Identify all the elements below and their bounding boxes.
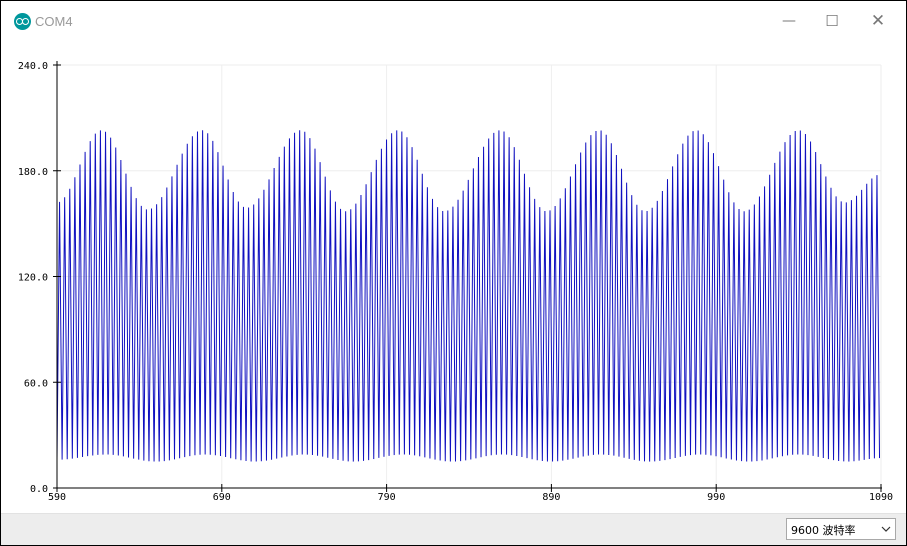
baud-rate-value: 9600 波特率	[791, 524, 856, 537]
maximize-button[interactable]: ☐	[818, 9, 846, 33]
y-tick-label: 240.0	[18, 61, 48, 72]
close-button[interactable]: ✕	[864, 9, 892, 33]
window-title: COM4	[35, 14, 73, 29]
x-tick-label: 690	[213, 492, 231, 503]
x-tick-label: 590	[48, 492, 66, 503]
plot-canvas: 0.0 60.0 120.0 180.0 240.0 590 690 790 890 990 109…	[18, 61, 893, 503]
x-tick-label: 1090	[869, 492, 893, 503]
baud-rate-select[interactable]: 9600 波特率	[786, 518, 896, 540]
x-tick-label: 790	[378, 492, 396, 503]
x-tick-label: 990	[707, 492, 725, 503]
chevron-down-icon	[881, 526, 891, 532]
y-tick-label: 120.0	[18, 273, 48, 284]
bottom-toolbar: 9600 波特率	[1, 513, 906, 545]
y-tick-label: 0.0	[30, 484, 48, 495]
arduino-logo-icon	[14, 13, 31, 30]
x-tick-label: 890	[542, 492, 560, 503]
title-bar[interactable]: COM4 — ☐ ✕	[1, 1, 906, 39]
y-tick-label: 180.0	[18, 167, 48, 178]
y-tick-label: 60.0	[24, 378, 48, 389]
minimize-button[interactable]: —	[775, 9, 803, 33]
plot-area: 0.0 60.0 120.0 180.0 240.0 590 690 790 890 990 109…	[1, 39, 906, 513]
serial-plotter-window: COM4 — ☐ ✕ 0.0 60.0 120.0 180.0 240.0 590 690 7…	[1, 1, 906, 545]
series-line	[56, 130, 881, 462]
